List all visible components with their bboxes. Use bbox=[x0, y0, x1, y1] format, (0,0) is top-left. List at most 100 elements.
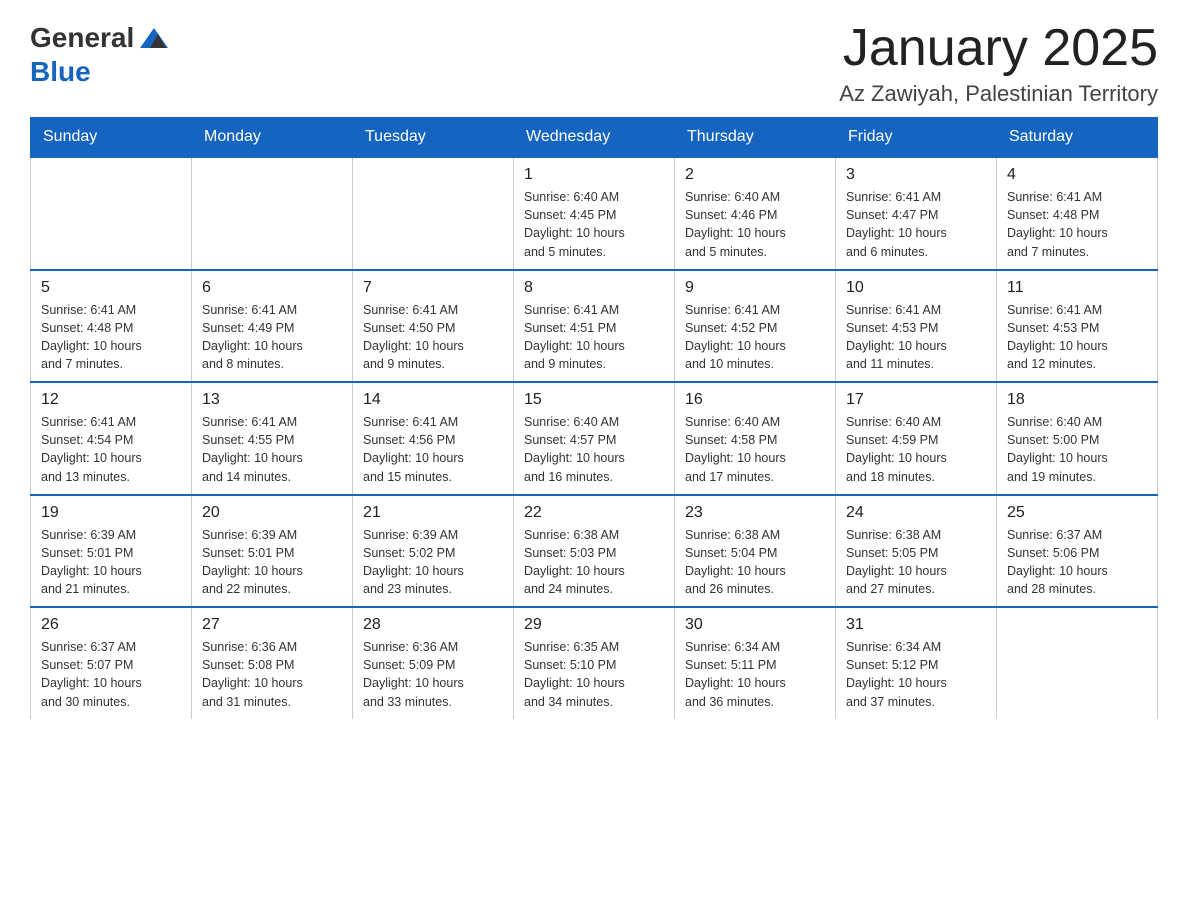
day-number: 25 bbox=[1007, 504, 1147, 522]
table-row: 20Sunrise: 6:39 AM Sunset: 5:01 PM Dayli… bbox=[192, 495, 353, 608]
table-row: 12Sunrise: 6:41 AM Sunset: 4:54 PM Dayli… bbox=[31, 382, 192, 495]
day-info: Sunrise: 6:39 AM Sunset: 5:01 PM Dayligh… bbox=[41, 526, 181, 599]
table-row: 27 Sunrise: 6:36 AM Sunset: 5:08 PM Dayli… bbox=[192, 607, 353, 719]
day-number: 11 bbox=[1007, 279, 1147, 297]
table-row: 15 Sunrise: 6:40 AM Sunset: 4:57 PM Dayli… bbox=[514, 382, 675, 495]
table-row: 29 Sunrise: 6:35 AM Sunset: 5:10 PM Dayli… bbox=[514, 607, 675, 719]
calendar-week-row: 1Sunrise: 6:40 AM Sunset: 4:45 PM Daylig… bbox=[31, 157, 1158, 270]
day-number: 10 bbox=[846, 279, 986, 297]
day-info: Sunrise: 6:36 AM Sunset: 5:09 PM Dayligh… bbox=[363, 638, 503, 711]
header-friday: Friday bbox=[836, 118, 997, 158]
day-number: 16 bbox=[685, 391, 825, 409]
day-info: Sunrise: 6:36 AM Sunset: 5:08 PM Dayligh… bbox=[202, 638, 342, 711]
table-row: 3 Sunrise: 6:41 AM Sunset: 4:47 PM Daylig… bbox=[836, 157, 997, 270]
day-number: 21 bbox=[363, 504, 503, 522]
table-row: 17Sunrise: 6:40 AM Sunset: 4:59 PM Dayli… bbox=[836, 382, 997, 495]
day-number: 27 bbox=[202, 616, 342, 634]
table-row: 28 Sunrise: 6:36 AM Sunset: 5:09 PM Dayli… bbox=[353, 607, 514, 719]
day-number: 23 bbox=[685, 504, 825, 522]
day-number: 9 bbox=[685, 279, 825, 297]
table-row: 11 Sunrise: 6:41 AM Sunset: 4:53 PM Dayli… bbox=[997, 270, 1158, 383]
table-row: 7 Sunrise: 6:41 AM Sunset: 4:50 PM Daylig… bbox=[353, 270, 514, 383]
day-info: Sunrise: 6:41 AM Sunset: 4:53 PM Dayligh… bbox=[1007, 301, 1147, 374]
day-info: Sunrise: 6:40 AM Sunset: 4:58 PM Dayligh… bbox=[685, 413, 825, 486]
table-row: 24 Sunrise: 6:38 AM Sunset: 5:05 PM Dayli… bbox=[836, 495, 997, 608]
day-number: 24 bbox=[846, 504, 986, 522]
table-row: 2Sunrise: 6:40 AM Sunset: 4:46 PM Daylig… bbox=[675, 157, 836, 270]
day-number: 31 bbox=[846, 616, 986, 634]
day-info: Sunrise: 6:40 AM Sunset: 4:57 PM Dayligh… bbox=[524, 413, 664, 486]
page-header: General Blue January 2025 Az Zawiyah, Pa… bbox=[30, 20, 1158, 107]
day-number: 26 bbox=[41, 616, 181, 634]
day-info: Sunrise: 6:41 AM Sunset: 4:48 PM Dayligh… bbox=[1007, 188, 1147, 261]
header-saturday: Saturday bbox=[997, 118, 1158, 158]
day-info: Sunrise: 6:35 AM Sunset: 5:10 PM Dayligh… bbox=[524, 638, 664, 711]
day-info: Sunrise: 6:39 AM Sunset: 5:02 PM Dayligh… bbox=[363, 526, 503, 599]
day-number: 4 bbox=[1007, 166, 1147, 184]
day-info: Sunrise: 6:34 AM Sunset: 5:12 PM Dayligh… bbox=[846, 638, 986, 711]
header-monday: Monday bbox=[192, 118, 353, 158]
day-info: Sunrise: 6:41 AM Sunset: 4:48 PM Dayligh… bbox=[41, 301, 181, 374]
table-row: 26 Sunrise: 6:37 AM Sunset: 5:07 PM Dayli… bbox=[31, 607, 192, 719]
day-number: 28 bbox=[363, 616, 503, 634]
title-section: January 2025 Az Zawiyah, Palestinian Ter… bbox=[839, 20, 1158, 107]
calendar-week-row: 5 Sunrise: 6:41 AM Sunset: 4:48 PM Daylig… bbox=[31, 270, 1158, 383]
day-number: 22 bbox=[524, 504, 664, 522]
day-info: Sunrise: 6:40 AM Sunset: 5:00 PM Dayligh… bbox=[1007, 413, 1147, 486]
calendar-subtitle: Az Zawiyah, Palestinian Territory bbox=[839, 81, 1158, 107]
table-row: 9 Sunrise: 6:41 AM Sunset: 4:52 PM Daylig… bbox=[675, 270, 836, 383]
day-info: Sunrise: 6:41 AM Sunset: 4:55 PM Dayligh… bbox=[202, 413, 342, 486]
table-row: 16 Sunrise: 6:40 AM Sunset: 4:58 PM Dayli… bbox=[675, 382, 836, 495]
day-number: 15 bbox=[524, 391, 664, 409]
table-row bbox=[353, 157, 514, 270]
calendar-week-row: 19 Sunrise: 6:39 AM Sunset: 5:01 PM Dayli… bbox=[31, 495, 1158, 608]
table-row: 31 Sunrise: 6:34 AM Sunset: 5:12 PM Dayli… bbox=[836, 607, 997, 719]
day-info: Sunrise: 6:41 AM Sunset: 4:49 PM Dayligh… bbox=[202, 301, 342, 374]
day-info: Sunrise: 6:38 AM Sunset: 5:03 PM Dayligh… bbox=[524, 526, 664, 599]
table-row bbox=[192, 157, 353, 270]
day-info: Sunrise: 6:41 AM Sunset: 4:50 PM Dayligh… bbox=[363, 301, 503, 374]
day-info: Sunrise: 6:41 AM Sunset: 4:51 PM Dayligh… bbox=[524, 301, 664, 374]
table-row: 18Sunrise: 6:40 AM Sunset: 5:00 PM Dayli… bbox=[997, 382, 1158, 495]
table-row: 8Sunrise: 6:41 AM Sunset: 4:51 PM Daylig… bbox=[514, 270, 675, 383]
table-row: 4 Sunrise: 6:41 AM Sunset: 4:48 PM Daylig… bbox=[997, 157, 1158, 270]
logo: General Blue bbox=[30, 20, 174, 88]
table-row bbox=[997, 607, 1158, 719]
calendar-table: Sunday Monday Tuesday Wednesday Thursday… bbox=[30, 117, 1158, 719]
day-number: 19 bbox=[41, 504, 181, 522]
table-row: 10 Sunrise: 6:41 AM Sunset: 4:53 PM Dayli… bbox=[836, 270, 997, 383]
day-number: 6 bbox=[202, 279, 342, 297]
day-info: Sunrise: 6:41 AM Sunset: 4:56 PM Dayligh… bbox=[363, 413, 503, 486]
day-info: Sunrise: 6:41 AM Sunset: 4:52 PM Dayligh… bbox=[685, 301, 825, 374]
day-number: 29 bbox=[524, 616, 664, 634]
day-info: Sunrise: 6:41 AM Sunset: 4:54 PM Dayligh… bbox=[41, 413, 181, 486]
day-number: 5 bbox=[41, 279, 181, 297]
day-number: 1 bbox=[524, 166, 664, 184]
header-sunday: Sunday bbox=[31, 118, 192, 158]
day-info: Sunrise: 6:41 AM Sunset: 4:47 PM Dayligh… bbox=[846, 188, 986, 261]
logo-icon bbox=[136, 20, 172, 56]
day-info: Sunrise: 6:40 AM Sunset: 4:46 PM Dayligh… bbox=[685, 188, 825, 261]
calendar-week-row: 12Sunrise: 6:41 AM Sunset: 4:54 PM Dayli… bbox=[31, 382, 1158, 495]
calendar-header-row: Sunday Monday Tuesday Wednesday Thursday… bbox=[31, 118, 1158, 158]
header-thursday: Thursday bbox=[675, 118, 836, 158]
table-row: 5 Sunrise: 6:41 AM Sunset: 4:48 PM Daylig… bbox=[31, 270, 192, 383]
table-row: 6 Sunrise: 6:41 AM Sunset: 4:49 PM Daylig… bbox=[192, 270, 353, 383]
table-row: 22 Sunrise: 6:38 AM Sunset: 5:03 PM Dayli… bbox=[514, 495, 675, 608]
table-row: 13 Sunrise: 6:41 AM Sunset: 4:55 PM Dayli… bbox=[192, 382, 353, 495]
day-info: Sunrise: 6:38 AM Sunset: 5:05 PM Dayligh… bbox=[846, 526, 986, 599]
day-info: Sunrise: 6:37 AM Sunset: 5:07 PM Dayligh… bbox=[41, 638, 181, 711]
day-info: Sunrise: 6:38 AM Sunset: 5:04 PM Dayligh… bbox=[685, 526, 825, 599]
day-number: 3 bbox=[846, 166, 986, 184]
table-row: 30 Sunrise: 6:34 AM Sunset: 5:11 PM Dayli… bbox=[675, 607, 836, 719]
day-info: Sunrise: 6:41 AM Sunset: 4:53 PM Dayligh… bbox=[846, 301, 986, 374]
day-info: Sunrise: 6:34 AM Sunset: 5:11 PM Dayligh… bbox=[685, 638, 825, 711]
day-number: 20 bbox=[202, 504, 342, 522]
day-number: 30 bbox=[685, 616, 825, 634]
calendar-week-row: 26 Sunrise: 6:37 AM Sunset: 5:07 PM Dayli… bbox=[31, 607, 1158, 719]
day-number: 7 bbox=[363, 279, 503, 297]
day-info: Sunrise: 6:37 AM Sunset: 5:06 PM Dayligh… bbox=[1007, 526, 1147, 599]
day-number: 13 bbox=[202, 391, 342, 409]
header-tuesday: Tuesday bbox=[353, 118, 514, 158]
day-number: 17 bbox=[846, 391, 986, 409]
